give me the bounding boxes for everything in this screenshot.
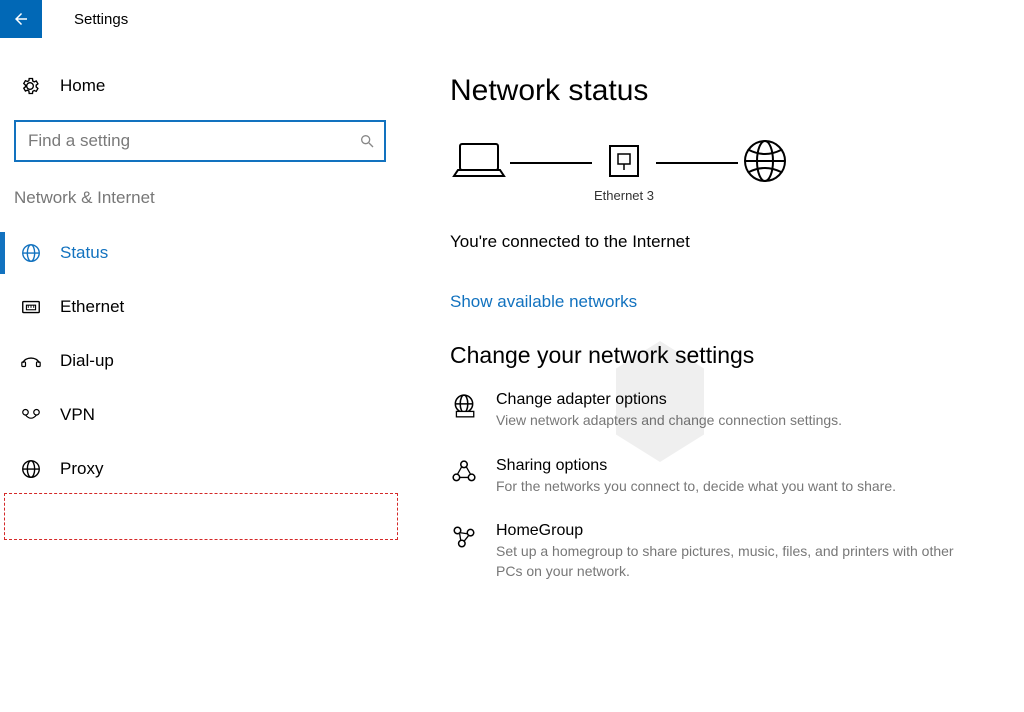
globe-large-icon (740, 136, 790, 186)
sidebar-home-label: Home (60, 76, 105, 96)
window-header: Settings (0, 0, 1024, 38)
setting-desc: View network adapters and change connect… (496, 411, 842, 431)
section-heading: Change your network settings (450, 342, 1014, 369)
search-icon (358, 132, 376, 150)
status-icon (20, 242, 42, 264)
globe-icon (20, 458, 42, 480)
main-content: Network status Ethernet 3 (400, 38, 1024, 607)
sidebar-item-dialup[interactable]: Dial-up (0, 334, 400, 388)
page-heading: Network status (450, 74, 1014, 108)
ethernet-icon (20, 296, 42, 318)
sidebar-item-label: Dial-up (60, 351, 114, 371)
sidebar-item-ethernet[interactable]: Ethernet (0, 280, 400, 334)
back-button[interactable] (0, 0, 42, 38)
setting-sharing-options[interactable]: Sharing options For the networks you con… (450, 457, 1014, 497)
sidebar: Home Network & Internet Status Ethernet (0, 38, 400, 607)
sidebar-item-label: Ethernet (60, 297, 124, 317)
setting-desc: Set up a homegroup to share pictures, mu… (496, 542, 976, 581)
vpn-icon (20, 406, 42, 424)
dialup-icon (20, 353, 42, 369)
adapter-icon (602, 140, 646, 182)
sidebar-item-status[interactable]: Status (0, 226, 400, 280)
network-diagram: Ethernet 3 (450, 136, 1014, 210)
setting-adapter-options[interactable]: Change adapter options View network adap… (450, 391, 1014, 431)
laptop-icon (450, 140, 508, 182)
sidebar-item-label: Status (60, 243, 108, 263)
sidebar-category: Network & Internet (14, 188, 400, 208)
sidebar-item-label: Proxy (60, 459, 103, 479)
connection-line (510, 162, 592, 164)
connection-status: You're connected to the Internet (450, 232, 1014, 252)
setting-title: Sharing options (496, 457, 896, 475)
setting-title: Change adapter options (496, 391, 842, 409)
adapter-options-icon (450, 391, 478, 419)
arrow-left-icon (12, 10, 30, 28)
sidebar-item-label: VPN (60, 405, 95, 425)
sharing-icon (450, 457, 478, 485)
setting-desc: For the networks you connect to, decide … (496, 477, 896, 497)
search-wrap (14, 120, 386, 162)
show-networks-link[interactable]: Show available networks (450, 292, 637, 312)
window-title: Settings (74, 11, 128, 28)
sidebar-item-proxy[interactable]: Proxy (0, 442, 400, 496)
setting-title: HomeGroup (496, 522, 976, 540)
gear-icon (20, 76, 40, 96)
diagram-caption: Ethernet 3 (594, 188, 654, 206)
search-input[interactable] (14, 120, 386, 162)
setting-homegroup[interactable]: HomeGroup Set up a homegroup to share pi… (450, 522, 1014, 581)
connection-line (656, 162, 738, 164)
sidebar-item-vpn[interactable]: VPN (0, 388, 400, 442)
sidebar-home[interactable]: Home (0, 66, 400, 106)
homegroup-icon (450, 522, 478, 550)
